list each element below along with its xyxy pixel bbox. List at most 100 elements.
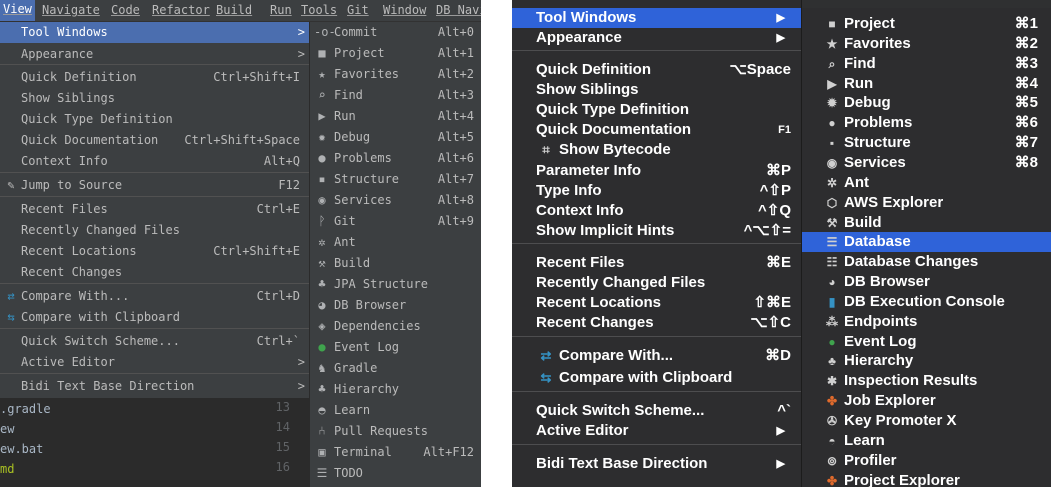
menu-item-compare-with[interactable]: ⇄ Compare With... ⌘D: [512, 346, 801, 366]
menu-window[interactable]: Window: [383, 3, 426, 19]
menu-item-shortcut: ⌥Space: [729, 61, 791, 78]
menu-item-show-siblings[interactable]: Show Siblings: [512, 80, 801, 100]
menu-item-bidi-text-base-direction[interactable]: Bidi Text Base Direction ▶: [512, 454, 801, 474]
tool-window-structure[interactable]: ▪ Structure ⌘7: [802, 133, 1051, 153]
tool-window-commit[interactable]: -o- Commit Alt+0: [310, 22, 481, 43]
menu-item-jump-to-source[interactable]: ✎ Jump to Source F12: [0, 175, 309, 196]
menu-item-show-bytecode[interactable]: ⌗ Show Bytecode: [512, 140, 801, 160]
tool-window-favorites[interactable]: ★ Favorites Alt+2: [310, 64, 481, 85]
tool-window-ant[interactable]: ✲ Ant: [310, 232, 481, 253]
menu-item-recently-changed-files[interactable]: Recently Changed Files: [0, 220, 309, 241]
tool-window-ant[interactable]: ✲ Ant: [802, 173, 1051, 193]
menu-item-quick-definition[interactable]: Quick Definition Ctrl+Shift+I: [0, 67, 309, 88]
tool-window-run[interactable]: ▶ Run Alt+4: [310, 106, 481, 127]
menu-item-compare-with[interactable]: ⇄ Compare With... Ctrl+D: [0, 286, 309, 307]
menu-item-show-implicit-hints[interactable]: Show Implicit Hints ^⌥⇧=: [512, 221, 801, 241]
menu-item-recent-files[interactable]: Recent Files Ctrl+E: [0, 199, 309, 220]
tool-window-hierarchy[interactable]: ♣ Hierarchy: [802, 351, 1051, 371]
tool-window-gradle[interactable]: ♞ Gradle: [310, 358, 481, 379]
tool-window-build[interactable]: ⚒ Build: [310, 253, 481, 274]
menu-item-appearance[interactable]: Appearance ▶: [512, 28, 801, 48]
tool-window-debug[interactable]: ✹ Debug Alt+5: [310, 127, 481, 148]
menu-run[interactable]: Run: [270, 3, 292, 19]
menu-item-recent-locations[interactable]: Recent Locations ⇧⌘E: [512, 293, 801, 313]
tool-window-run[interactable]: ▶ Run ⌘4: [802, 74, 1051, 94]
menu-db-navi[interactable]: DB Navi: [436, 3, 481, 19]
project-file[interactable]: ew: [0, 420, 14, 438]
tool-window-services[interactable]: ◉ Services Alt+8: [310, 190, 481, 211]
menu-item-appearance[interactable]: Appearance >: [0, 44, 309, 65]
menu-item-quick-type-definition[interactable]: Quick Type Definition: [0, 109, 309, 130]
menu-tools[interactable]: Tools: [301, 3, 337, 19]
tool-window-problems[interactable]: ● Problems ⌘6: [802, 113, 1051, 133]
tool-window-aws-explorer[interactable]: ⬡ AWS Explorer: [802, 193, 1051, 213]
project-file[interactable]: ew.bat: [0, 440, 43, 458]
menu-item-quick-switch-scheme[interactable]: Quick Switch Scheme... ^`: [512, 401, 801, 421]
menu-item-recent-changes[interactable]: Recent Changes: [0, 262, 309, 283]
tool-window-jpa-structure[interactable]: ♣ JPA Structure: [310, 274, 481, 295]
menu-item-context-info[interactable]: Context Info Alt+Q: [0, 151, 309, 172]
tool-window-inspection-results[interactable]: ✱ Inspection Results: [802, 371, 1051, 391]
tool-window-job-explorer[interactable]: ✤ Job Explorer: [802, 391, 1051, 411]
menu-item-quick-switch-scheme[interactable]: Quick Switch Scheme... Ctrl+`: [0, 331, 309, 352]
tool-window-structure[interactable]: ▪ Structure Alt+7: [310, 169, 481, 190]
tool-window-learn[interactable]: ◓ Learn: [310, 400, 481, 421]
menu-item-compare-with-clipboard[interactable]: ⇆ Compare with Clipboard: [512, 368, 801, 388]
tool-window-project[interactable]: ■ Project ⌘1: [802, 14, 1051, 34]
tool-window-find[interactable]: ⌕ Find ⌘3: [802, 54, 1051, 74]
tool-window-database[interactable]: ☰ Database: [802, 232, 1051, 253]
tool-window-problems[interactable]: ● Problems Alt+6: [310, 148, 481, 169]
menu-item-recently-changed-files[interactable]: Recently Changed Files: [512, 273, 801, 293]
tool-window-services[interactable]: ◉ Services ⌘8: [802, 153, 1051, 173]
menu-navigate[interactable]: Navigate: [42, 3, 100, 19]
tool-window-pull-requests[interactable]: ⑃ Pull Requests: [310, 421, 481, 442]
menu-build[interactable]: Build: [216, 3, 252, 19]
menu-item-recent-files[interactable]: Recent Files ⌘E: [512, 253, 801, 273]
project-file[interactable]: md: [0, 460, 14, 478]
tool-window-event-log[interactable]: ● Event Log: [310, 337, 481, 358]
tool-window-dependencies[interactable]: ◈ Dependencies: [310, 316, 481, 337]
tool-window-project[interactable]: ■ Project Alt+1: [310, 43, 481, 64]
tool-window-hierarchy[interactable]: ♣ Hierarchy: [310, 379, 481, 400]
menu-item-recent-locations[interactable]: Recent Locations Ctrl+Shift+E: [0, 241, 309, 262]
menu-item-tool-windows[interactable]: Tool Windows >: [0, 22, 309, 43]
menu-item-label: Gradle: [334, 361, 378, 375]
menu-item-bidi-text-base-direction[interactable]: Bidi Text Base Direction >: [0, 376, 309, 397]
tool-window-favorites[interactable]: ★ Favorites ⌘2: [802, 34, 1051, 54]
menu-item-label: Recently Changed Files: [21, 223, 180, 237]
tool-window-event-log[interactable]: ● Event Log: [802, 332, 1051, 352]
menu-item-active-editor[interactable]: Active Editor >: [0, 352, 309, 373]
tool-window-build[interactable]: ⚒ Build: [802, 213, 1051, 233]
menu-item-active-editor[interactable]: Active Editor ▶: [512, 421, 801, 441]
menu-refactor[interactable]: Refactor: [152, 3, 210, 19]
tool-window-debug[interactable]: ✹ Debug ⌘5: [802, 93, 1051, 113]
tool-window-git[interactable]: ᚹ Git Alt+9: [310, 211, 481, 232]
menu-git[interactable]: Git: [347, 3, 369, 19]
tool-window-db-browser[interactable]: ◕ DB Browser: [802, 272, 1051, 292]
menu-view[interactable]: View: [0, 0, 35, 21]
menu-item-quick-definition[interactable]: Quick Definition ⌥Space: [512, 60, 801, 80]
menu-item-context-info[interactable]: Context Info ^⇧Q: [512, 201, 801, 221]
menu-item-compare-with-clipboard[interactable]: ⇆ Compare with Clipboard: [0, 307, 309, 328]
tool-window-terminal[interactable]: ▣ Terminal Alt+F12: [310, 442, 481, 463]
menu-code[interactable]: Code: [111, 3, 140, 19]
menu-item-quick-documentation[interactable]: Quick Documentation F1: [512, 120, 801, 140]
menu-item-parameter-info[interactable]: Parameter Info ⌘P: [512, 161, 801, 181]
menu-item-type-info[interactable]: Type Info ^⇧P: [512, 181, 801, 201]
tool-window-endpoints[interactable]: ⁂ Endpoints: [802, 312, 1051, 332]
tool-window-project-explorer[interactable]: ✤ Project Explorer: [802, 471, 1051, 487]
tool-window-db-execution-console[interactable]: ▮ DB Execution Console: [802, 292, 1051, 312]
project-file[interactable]: .gradle: [0, 400, 51, 418]
tool-window-find[interactable]: ⌕ Find Alt+3: [310, 85, 481, 106]
tool-window-key-promoter-x[interactable]: ✇ Key Promoter X: [802, 411, 1051, 431]
menu-item-show-siblings[interactable]: Show Siblings: [0, 88, 309, 109]
menu-item-quick-type-definition[interactable]: Quick Type Definition: [512, 100, 801, 120]
tool-window-learn[interactable]: ◓ Learn: [802, 431, 1051, 451]
menu-item-recent-changes[interactable]: Recent Changes ⌥⇧C: [512, 313, 801, 333]
tool-window-database-changes[interactable]: ☷ Database Changes: [802, 252, 1051, 272]
menu-item-tool-windows[interactable]: Tool Windows ▶: [512, 8, 801, 28]
tool-window-db-browser[interactable]: ◕ DB Browser: [310, 295, 481, 316]
tool-window-todo[interactable]: ☰ TODO: [310, 463, 481, 484]
tool-window-profiler[interactable]: ⊚ Profiler: [802, 451, 1051, 471]
menu-item-quick-documentation[interactable]: Quick Documentation Ctrl+Shift+Space: [0, 130, 309, 151]
